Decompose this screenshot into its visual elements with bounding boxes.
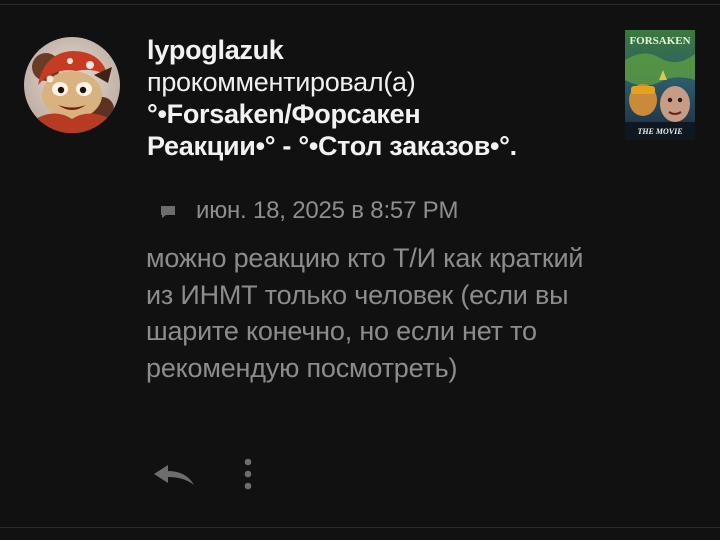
top-divider	[0, 4, 720, 5]
post-title-link[interactable]: °•Forsaken/Форсакен Реакции•° - °•Стол з…	[147, 98, 607, 162]
more-options-button[interactable]	[233, 452, 263, 496]
comment-text: можно реакцию кто Т/И как краткий из ИНМ…	[146, 243, 584, 383]
action-text: прокомментировал(а)	[147, 67, 416, 97]
post-title-line-2[interactable]: Реакции•° - °•Стол заказов•°.	[147, 131, 517, 161]
reply-button[interactable]	[148, 458, 200, 492]
comment-meta: июн. 18, 2025 в 8:57 PM	[160, 196, 458, 226]
thumbnail-title: FORSAKEN	[629, 35, 690, 47]
comment-bubble-icon	[161, 206, 175, 218]
notification-screen: lypoglazuk прокомментировал(а) °•Forsake…	[0, 0, 720, 540]
reply-arrow-icon	[154, 465, 194, 485]
user-avatar[interactable]	[24, 37, 120, 133]
post-title-line-1[interactable]: °•Forsaken/Форсакен	[147, 99, 421, 129]
comment-timestamp: июн. 18, 2025 в 8:57 PM	[196, 197, 459, 224]
thumbnail-subtitle: THE MOVIE	[637, 127, 682, 136]
author-username[interactable]: lypoglazuk	[147, 33, 607, 67]
post-thumbnail[interactable]: FORSAKEN THE MOVIE	[625, 30, 695, 140]
bottom-divider	[0, 527, 720, 528]
vertical-ellipsis-icon	[244, 458, 252, 490]
notification-header: lypoglazuk прокомментировал(а) °•Forsake…	[147, 33, 607, 162]
